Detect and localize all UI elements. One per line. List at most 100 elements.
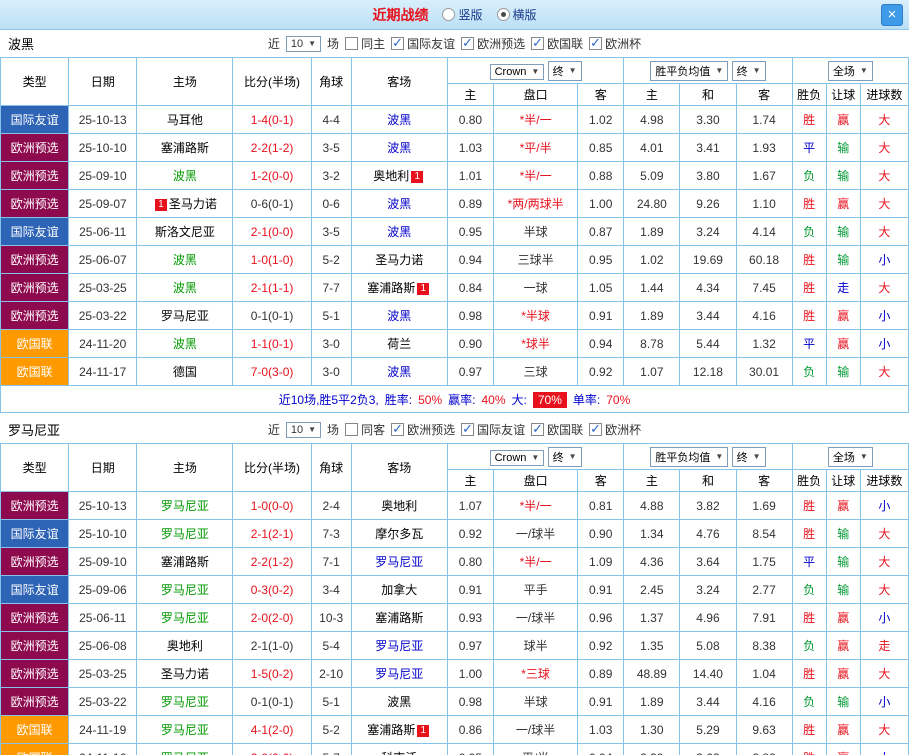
col-home: 主场 (137, 58, 233, 106)
home-odds: 0.95 (447, 218, 493, 246)
filter-checkbox-intl-friendly[interactable]: 国际友谊 (461, 421, 525, 438)
team-name-text: 罗马尼亚 (375, 639, 423, 653)
match-score: 1-0(1-0) (233, 246, 311, 274)
checkbox-label: 欧国联 (547, 421, 583, 438)
handicap: 半球 (493, 218, 577, 246)
avg-away-win: 1.10 (736, 190, 792, 218)
team-name-text: 波黑 (173, 281, 197, 295)
match-count-dropdown[interactable]: 10 ▼ (286, 422, 321, 438)
radio-horizontal-label: 横版 (513, 6, 537, 23)
home-team: 波黑 (137, 246, 233, 274)
team-name-text: 波黑 (387, 365, 411, 379)
handicap: *半/一 (493, 106, 577, 134)
match-row: 欧洲预选25-10-10塞浦路斯2-2(1-2)3-5波黑1.03*平/半0.8… (1, 134, 909, 162)
away-team: 波黑 (351, 688, 447, 716)
away-odds: 0.96 (578, 604, 624, 632)
checkbox-icon (345, 37, 358, 50)
home-team: 德国 (137, 358, 233, 386)
team-name-text: 波黑 (387, 113, 411, 127)
team-name-text: 奥地利 (373, 169, 409, 183)
corner-count: 3-5 (311, 218, 351, 246)
avg-home-win: 24.80 (624, 190, 680, 218)
handicap: 三球半 (493, 246, 577, 274)
corner-count: 3-5 (311, 134, 351, 162)
filter-checkbox-nations-league[interactable]: 欧国联 (531, 421, 583, 438)
avg-draw: 4.96 (680, 604, 736, 632)
away-team: 塞浦路斯1 (351, 716, 447, 744)
avg-period-dropdown[interactable]: 终▼ (732, 61, 766, 81)
result-outcome: 胜 (792, 274, 826, 302)
close-button[interactable]: × (881, 4, 903, 26)
away-odds: 1.03 (578, 716, 624, 744)
result-goals: 小 (860, 302, 908, 330)
checkbox-icon (531, 37, 544, 50)
result-outcome: 胜 (792, 604, 826, 632)
team-name-text: 波黑 (387, 309, 411, 323)
corner-count: 7-1 (311, 548, 351, 576)
team-name-text: 波黑 (173, 253, 197, 267)
avg-type-dropdown[interactable]: 胜平负均值▼ (650, 61, 728, 81)
corner-count: 7-3 (311, 520, 351, 548)
filter-checkbox-same-home[interactable]: 同主 (345, 35, 385, 52)
league-type-badge: 欧洲预选 (1, 246, 69, 274)
odds-period-dropdown[interactable]: 终▼ (548, 61, 582, 81)
home-team: 罗马尼亚 (137, 520, 233, 548)
away-odds: 0.89 (578, 660, 624, 688)
away-team: 圣马力诺 (351, 246, 447, 274)
filter-checkbox-euro-cup[interactable]: 欧洲杯 (589, 35, 641, 52)
filter-checkbox-intl-friendly[interactable]: 国际友谊 (391, 35, 455, 52)
scope-dropdown[interactable]: 全场▼ (828, 447, 873, 467)
chevron-down-icon: ▼ (569, 452, 577, 461)
corner-count: 3-2 (311, 162, 351, 190)
result-goals: 走 (860, 632, 908, 660)
radio-horizontal-layout[interactable]: 横版 (497, 6, 537, 23)
avg-period-dropdown[interactable]: 终▼ (732, 447, 766, 467)
avg-away-win: 1.04 (736, 660, 792, 688)
avg-type-dropdown[interactable]: 胜平负均值▼ (650, 447, 728, 467)
league-type-badge: 欧洲预选 (1, 604, 69, 632)
result-outcome: 胜 (792, 520, 826, 548)
corner-count: 5-4 (311, 632, 351, 660)
team-name-text: 塞浦路斯 (367, 723, 415, 737)
result-outcome: 平 (792, 134, 826, 162)
odds-source-dropdown[interactable]: Crown▼ (490, 450, 545, 466)
filter-checkbox-nations-league[interactable]: 欧国联 (531, 35, 583, 52)
avg-away-win: 7.91 (736, 604, 792, 632)
avg-home-win: 1.37 (624, 604, 680, 632)
match-score: 1-2(0-0) (233, 162, 311, 190)
match-count-dropdown[interactable]: 10▼ (286, 36, 321, 52)
away-team: 塞浦路斯 (351, 604, 447, 632)
col-avg-draw: 和 (680, 84, 736, 106)
result-outcome: 胜 (792, 716, 826, 744)
avg-draw: 4.34 (680, 274, 736, 302)
result-handicap: 赢 (826, 492, 860, 520)
odds-filter-cell: Crown▼ 终▼ (447, 58, 623, 84)
radio-vertical-layout[interactable]: 竖版 (442, 6, 482, 23)
home-team: 斯洛文尼亚 (137, 218, 233, 246)
away-odds: 0.81 (578, 492, 624, 520)
home-team: 1圣马力诺 (137, 190, 233, 218)
away-odds: 1.00 (578, 190, 624, 218)
home-odds: 0.98 (447, 688, 493, 716)
avg-draw: 3.64 (680, 548, 736, 576)
chevron-down-icon: ▼ (308, 425, 316, 434)
away-team: 波黑 (351, 190, 447, 218)
filter-checkbox-same-away[interactable]: 同客 (345, 421, 385, 438)
odds-period-dropdown[interactable]: 终▼ (548, 447, 582, 467)
chevron-down-icon: ▼ (308, 39, 316, 48)
filter-checkbox-euro-qualifiers[interactable]: 欧洲预选 (391, 421, 455, 438)
result-outcome: 胜 (792, 744, 826, 755)
filter-checkbox-euro-qualifiers[interactable]: 欧洲预选 (461, 35, 525, 52)
match-count-value: 10 (291, 424, 303, 436)
match-row: 欧洲预选25-03-22罗马尼亚0-1(0-1)5-1波黑0.98半球0.911… (1, 688, 909, 716)
filter-checkbox-euro-cup[interactable]: 欧洲杯 (589, 421, 641, 438)
col-avg-win: 主 (624, 470, 680, 492)
odds-source-dropdown[interactable]: Crown▼ (490, 64, 545, 80)
away-team: 加拿大 (351, 576, 447, 604)
scope-dropdown[interactable]: 全场▼ (828, 61, 873, 81)
result-goals: 大 (860, 106, 908, 134)
result-goals: 大 (860, 274, 908, 302)
filter-controls: 近 10▼ 场 同客 欧洲预选 国际友谊 欧国联 欧洲杯 (265, 421, 644, 438)
match-date: 25-10-13 (69, 106, 137, 134)
away-team: 波黑 (351, 302, 447, 330)
